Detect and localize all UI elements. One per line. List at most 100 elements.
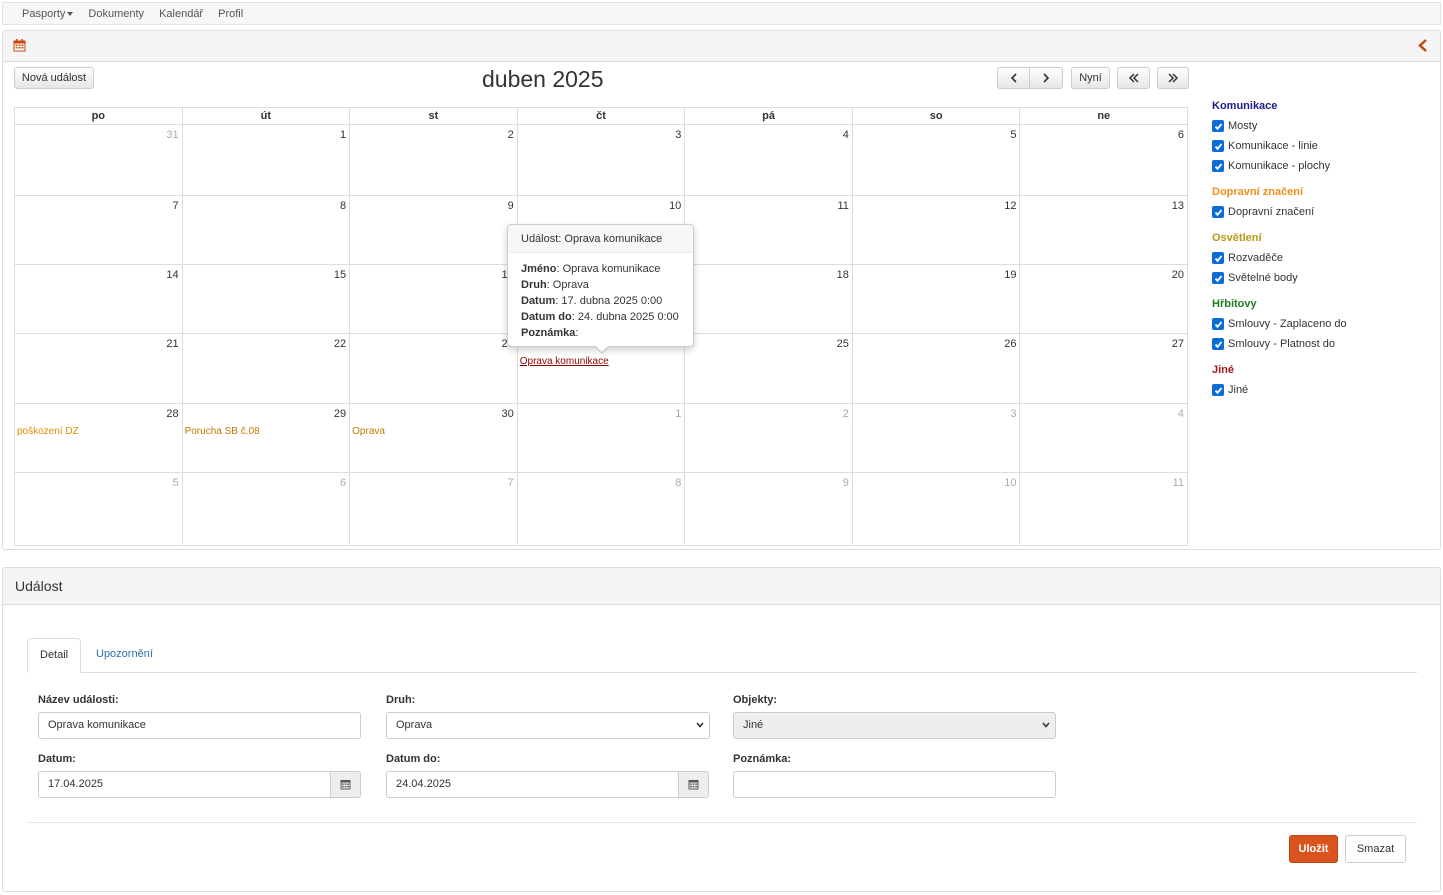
calendar-day-cell[interactable]: 5 — [15, 473, 183, 546]
checkmark-icon — [1214, 162, 1222, 170]
tab-detail[interactable]: Detail — [27, 638, 82, 673]
calendar-event[interactable]: poškození DZ — [17, 426, 79, 437]
calendar-event[interactable]: Oprava komunikace — [520, 356, 609, 367]
calendar-event[interactable]: Porucha SB č.08 — [185, 426, 260, 437]
calendar-day-cell[interactable]: 2 — [685, 404, 853, 472]
filter-item[interactable]: Smlouvy - Platnost do — [1212, 334, 1432, 354]
filter-checkbox[interactable] — [1212, 384, 1224, 396]
nav-item-profil[interactable]: Profil — [218, 8, 243, 20]
nav-item-kalendar[interactable]: Kalendář — [159, 8, 203, 20]
calendar-day-cell[interactable]: 14 — [15, 265, 183, 333]
filter-item[interactable]: Dopravní značení — [1212, 202, 1432, 222]
nav-item-dokumenty[interactable]: Dokumenty — [88, 8, 144, 20]
popover-row-value: Oprava — [552, 279, 589, 291]
filter-checkbox[interactable] — [1212, 252, 1224, 264]
filter-checkbox[interactable] — [1212, 338, 1224, 350]
prev-month-button[interactable] — [997, 67, 1030, 89]
calendar-day-cell[interactable]: 30 Oprava — [350, 404, 518, 472]
calendar-day-cell[interactable]: 19 — [853, 265, 1021, 333]
top-navbar: Pasporty Dokumenty Kalendář Profil — [2, 2, 1441, 25]
event-note-input[interactable] — [733, 771, 1056, 798]
calendar-event[interactable]: Oprava — [352, 426, 385, 437]
calendar-day-cell[interactable]: 20 — [1020, 265, 1187, 333]
calendar-day-cell[interactable]: 3 — [853, 404, 1021, 472]
filter-label: Komunikace - linie — [1228, 140, 1318, 152]
filter-item[interactable]: Komunikace - linie — [1212, 136, 1432, 156]
calendar-day-cell[interactable]: 6 — [183, 473, 351, 546]
checkmark-icon — [1214, 208, 1222, 216]
day-number: 7 — [172, 200, 179, 212]
calendar-day-cell[interactable]: 1 — [518, 404, 686, 472]
new-event-button[interactable]: Nová událost — [14, 67, 94, 89]
filter-item[interactable]: Komunikace - plochy — [1212, 156, 1432, 176]
calendar-day-cell[interactable]: 10 — [853, 473, 1021, 546]
filter-item[interactable]: Rozvaděče — [1212, 248, 1432, 268]
calendar-day-cell[interactable]: 31 — [15, 125, 183, 195]
calendar-day-cell[interactable]: 2 — [350, 125, 518, 195]
chevron-left-icon[interactable] — [1418, 39, 1428, 52]
event-date-to-input[interactable]: 24.04.2025 — [386, 771, 679, 798]
checkmark-icon — [1214, 142, 1222, 150]
calendar-day-cell[interactable]: 13 — [1020, 196, 1187, 264]
double-chevron-right-icon — [1168, 73, 1179, 83]
filter-group-title: Dopravní značení — [1212, 186, 1304, 198]
date-to-picker-button[interactable] — [678, 771, 709, 798]
next-year-button[interactable] — [1157, 67, 1189, 89]
event-name-input[interactable]: Oprava komunikace — [38, 712, 361, 739]
event-panel: Událost Detail Upozornění Název události… — [2, 567, 1441, 892]
filter-item[interactable]: Světelné body — [1212, 268, 1432, 288]
filter-checkbox[interactable] — [1212, 272, 1224, 284]
event-date-input[interactable]: 17.04.2025 — [38, 771, 331, 798]
calendar-day-cell[interactable]: 23 — [350, 334, 518, 403]
calendar-day-cell[interactable]: 22 — [183, 334, 351, 403]
filter-checkbox[interactable] — [1212, 160, 1224, 172]
calendar-day-cell[interactable]: 7 — [350, 473, 518, 546]
prev-year-button[interactable] — [1117, 67, 1150, 89]
date-picker-button[interactable] — [330, 771, 361, 798]
calendar-day-cell[interactable]: 8 — [518, 473, 686, 546]
nav-item-pasporty[interactable]: Pasporty — [22, 8, 74, 20]
weekday-header-cell: út — [183, 108, 351, 124]
calendar-day-cell[interactable]: 9 — [350, 196, 518, 264]
tab-alerts[interactable]: Upozornění — [84, 638, 165, 673]
filter-checkbox[interactable] — [1212, 206, 1224, 218]
calendar-day-cell[interactable]: 29 Porucha SB č.08 — [183, 404, 351, 472]
day-number: 6 — [1177, 129, 1185, 141]
calendar-day-cell[interactable]: 5 — [853, 125, 1021, 195]
calendar-day-cell[interactable]: 3 — [518, 125, 686, 195]
calendar-day-cell[interactable]: 12 — [853, 196, 1021, 264]
calendar-day-cell[interactable]: 16 — [350, 265, 518, 333]
weekday-header-cell: so — [853, 108, 1021, 124]
filter-checkbox[interactable] — [1212, 140, 1224, 152]
calendar-day-cell[interactable]: 11 — [1020, 473, 1187, 546]
event-objects-select[interactable]: Jiné — [733, 712, 1056, 739]
save-button[interactable]: Uložit — [1289, 835, 1338, 863]
calendar-day-cell[interactable]: 28 poškození DZ — [15, 404, 183, 472]
today-button[interactable]: Nyní — [1071, 67, 1110, 89]
delete-button[interactable]: Smazat — [1345, 835, 1406, 863]
filter-item[interactable]: Smlouvy - Zaplaceno do — [1212, 314, 1432, 334]
calendar-day-cell[interactable]: 8 — [183, 196, 351, 264]
next-month-button[interactable] — [1029, 67, 1063, 89]
event-type-select[interactable]: Oprava — [386, 712, 710, 739]
calendar-day-cell[interactable]: 11 — [685, 196, 853, 264]
calendar-day-cell[interactable]: 21 — [15, 334, 183, 403]
popover-title: Událost: Oprava komunikace — [508, 225, 693, 253]
filter-item[interactable]: Jiné — [1212, 380, 1432, 400]
filter-item[interactable]: Mosty — [1212, 116, 1432, 136]
calendar-day-cell[interactable]: 9 — [685, 473, 853, 546]
calendar-day-cell[interactable]: 6 — [1020, 125, 1187, 195]
filter-checkbox[interactable] — [1212, 120, 1224, 132]
calendar-day-cell[interactable]: 18 — [685, 265, 853, 333]
calendar-day-cell[interactable]: 7 — [15, 196, 183, 264]
filter-checkbox[interactable] — [1212, 318, 1224, 330]
calendar-day-cell[interactable]: 4 — [1020, 404, 1187, 472]
calendar-day-cell[interactable]: 27 — [1020, 334, 1187, 403]
calendar-day-cell[interactable]: 1 — [183, 125, 351, 195]
calendar-day-cell[interactable]: 26 — [853, 334, 1021, 403]
calendar-day-cell[interactable]: 4 — [685, 125, 853, 195]
event-objects-value: Jiné — [743, 719, 764, 731]
calendar-day-cell[interactable]: 25 — [685, 334, 853, 403]
calendar-day-cell[interactable]: 15 — [183, 265, 351, 333]
event-name-label: Název události: — [38, 694, 119, 706]
